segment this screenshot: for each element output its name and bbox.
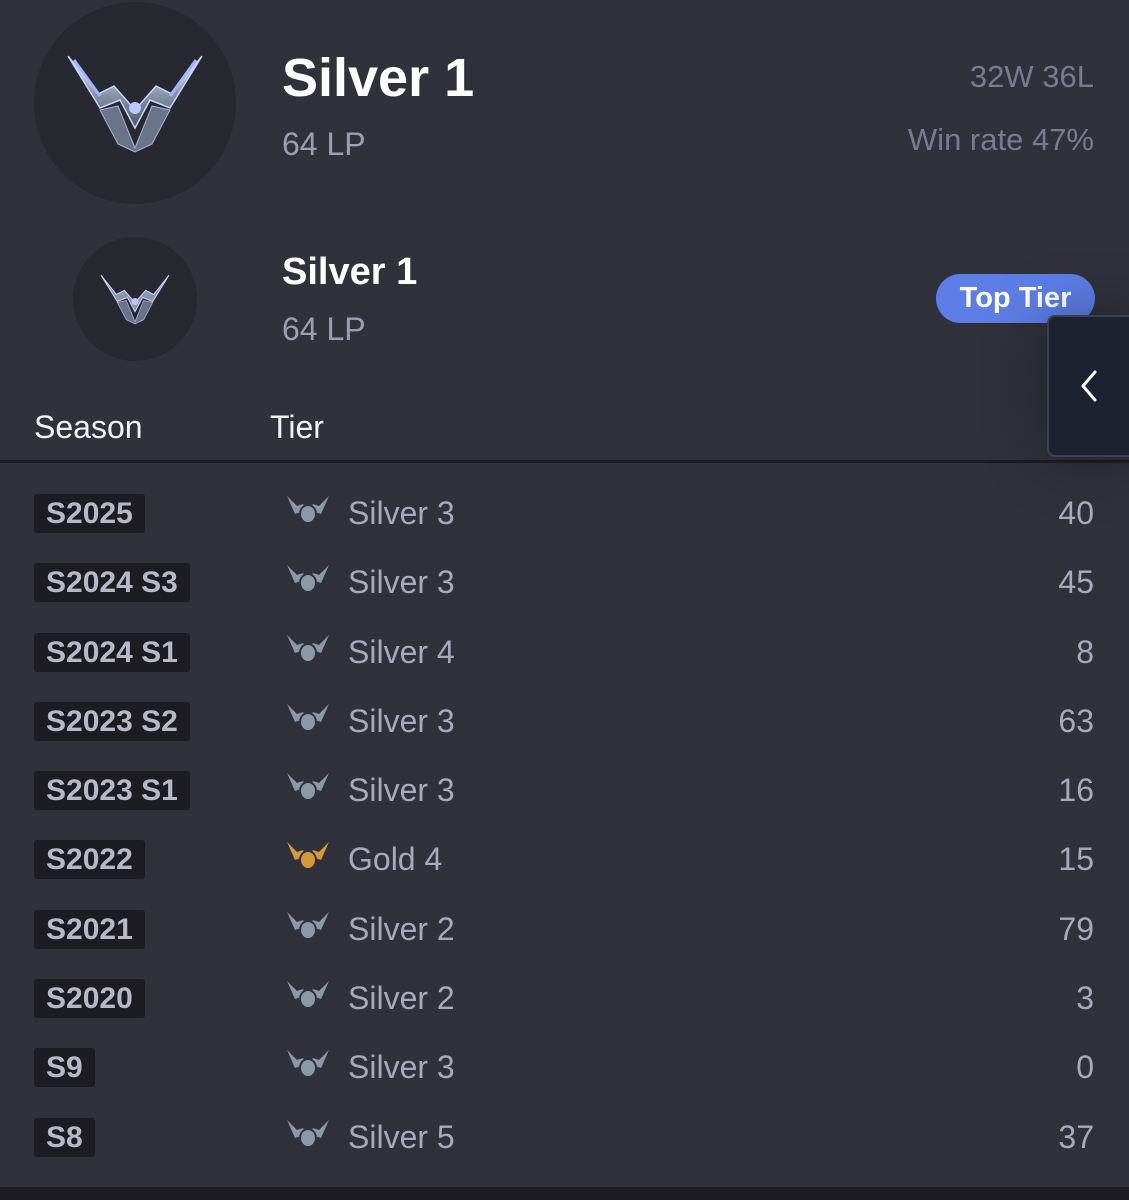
silver-tier-icon — [285, 1116, 331, 1156]
rank-title: Silver 1 — [282, 48, 475, 108]
lp-value: 15 — [1058, 841, 1094, 878]
silver-tier-icon — [285, 1046, 331, 1086]
flex-rank-lp: 64 LP — [282, 311, 366, 347]
silver-tier-icon — [285, 561, 331, 601]
rank-history-page: Silver 1 64 LP 32W 36L Win rate 47% Silv… — [0, 0, 1129, 1200]
table-row[interactable]: S9 Silver 3 0 — [0, 1032, 1129, 1101]
season-table: S2025 Silver 3 40 S2024 S3 Silver 3 45 S2024 S… — [0, 478, 1129, 1171]
table-row[interactable]: S2025 Silver 3 40 — [0, 478, 1129, 547]
lp-value: 0 — [1076, 1049, 1094, 1086]
lp-value: 16 — [1058, 772, 1094, 809]
tier-name: Silver 5 — [348, 1118, 455, 1155]
collapse-panel-handle[interactable] — [1047, 315, 1129, 457]
lp-value: 8 — [1076, 633, 1094, 670]
season-badge: S2024 S1 — [34, 632, 190, 672]
table-row[interactable]: S2024 S3 Silver 3 45 — [0, 547, 1129, 616]
tier-name: Silver 2 — [348, 910, 455, 947]
tier-name: Silver 4 — [348, 633, 455, 670]
season-badge: S2024 S3 — [34, 563, 190, 603]
season-badge: S2021 — [34, 909, 145, 949]
season-badge: S2025 — [34, 494, 145, 533]
season-badge: S2023 S1 — [34, 771, 190, 811]
tier-name: Silver 2 — [348, 980, 455, 1017]
bottom-divider — [0, 1187, 1129, 1200]
table-row[interactable]: S2020 Silver 2 3 — [0, 963, 1129, 1032]
silver-tier-icon — [285, 769, 331, 809]
lp-value: 79 — [1058, 910, 1094, 947]
tier-name: Silver 3 — [348, 1049, 455, 1086]
silver-emblem-icon — [73, 237, 197, 361]
win-loss-record: 32W 36L — [969, 59, 1094, 94]
table-row[interactable]: S2022 Gold 4 15 — [0, 824, 1129, 893]
tier-name: Gold 4 — [348, 841, 443, 878]
silver-emblem-icon — [34, 2, 236, 204]
lp-value: 37 — [1058, 1118, 1094, 1155]
season-badge: S2022 — [34, 840, 145, 880]
tier-column-header: Tier — [270, 409, 324, 445]
silver-tier-icon — [285, 492, 331, 532]
rank-lp: 64 LP — [282, 126, 366, 162]
silver-tier-icon — [285, 908, 331, 948]
silver-tier-icon — [285, 977, 331, 1017]
table-header: Season Tier LP — [0, 395, 1129, 463]
silver-tier-icon — [285, 700, 331, 740]
tier-name: Silver 3 — [348, 564, 455, 601]
table-row[interactable]: S2023 S2 Silver 3 63 — [0, 686, 1129, 755]
table-row[interactable]: S2023 S1 Silver 3 16 — [0, 755, 1129, 824]
season-badge: S8 — [34, 1117, 95, 1157]
table-row[interactable]: S2021 Silver 2 79 — [0, 894, 1129, 963]
win-rate: Win rate 47% — [907, 122, 1094, 157]
chevron-left-icon — [1081, 370, 1097, 402]
season-badge: S2023 S2 — [34, 701, 190, 741]
season-badge: S9 — [34, 1048, 95, 1088]
tier-name: Silver 3 — [348, 772, 455, 809]
solo-rank-summary: Silver 1 64 LP 32W 36L Win rate 47% — [0, 0, 1129, 215]
table-row[interactable]: S2024 S1 Silver 4 8 — [0, 617, 1129, 686]
silver-tier-icon — [285, 631, 331, 671]
lp-value: 45 — [1058, 564, 1094, 601]
tier-name: Silver 3 — [348, 495, 455, 531]
tier-name: Silver 3 — [348, 702, 455, 739]
gold-tier-icon — [285, 838, 331, 878]
lp-value: 3 — [1076, 980, 1094, 1017]
season-badge: S2020 — [34, 979, 145, 1019]
flex-rank-title: Silver 1 — [282, 251, 418, 293]
table-row[interactable]: S8 Silver 5 37 — [0, 1102, 1129, 1171]
lp-value: 40 — [1058, 495, 1094, 531]
season-column-header: Season — [34, 409, 143, 445]
lp-value: 63 — [1058, 702, 1094, 739]
